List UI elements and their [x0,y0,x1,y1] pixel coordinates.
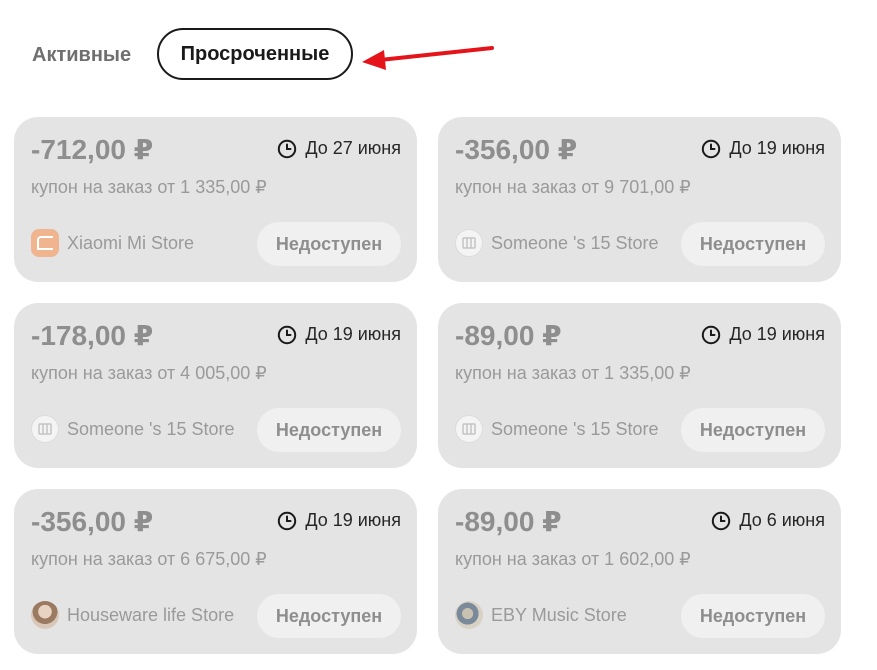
store-info: Someone 's 15 Store [455,415,659,443]
store-info: Houseware life Store [31,601,234,629]
unavailable-button[interactable]: Недоступен [257,594,401,638]
store-name: Someone 's 15 Store [491,232,659,253]
unavailable-button[interactable]: Недоступен [257,408,401,452]
xiaomi-logo-icon [31,229,59,257]
coupon-card: -356,00 ₽ До 19 июня купон на заказ от 9… [438,117,841,282]
deadline-text: До 19 июня [729,324,825,344]
coupon-amount: -89,00 ₽ [455,320,562,351]
store-info: EBY Music Store [455,601,627,629]
deadline-text: До 19 июня [305,510,401,530]
store-icon [455,415,483,443]
red-arrow-annotation-icon [362,46,494,70]
store-name: Houseware life Store [67,604,235,625]
clock-icon [278,325,297,344]
coupon-amount: -356,00 ₽ [31,506,154,537]
store-avatar-photo-icon [455,601,483,629]
coupon-card: -178,00 ₽ До 19 июня купон на заказ от 4… [14,303,417,468]
unavailable-button[interactable]: Недоступен [681,222,825,266]
unavailable-button[interactable]: Недоступен [681,408,825,452]
coupon-deadline: До 6 июня [711,510,825,531]
store-name: Someone 's 15 Store [67,418,235,439]
store-name: Someone 's 15 Store [491,418,659,439]
clock-icon [278,139,297,158]
coupon-condition: купон на заказ от 9 701,00 ₽ [455,177,691,197]
clock-icon [702,325,721,344]
coupon-card: -712,00 ₽ До 27 июня купон на заказ от 1… [14,117,417,282]
store-info: Someone 's 15 Store [31,415,235,443]
store-name: EBY Music Store [491,604,627,625]
store-info: Xiaomi Mi Store [31,229,194,257]
deadline-text: До 6 июня [739,510,825,530]
unavailable-button[interactable]: Недоступен [257,222,401,266]
coupon-condition: купон на заказ от 1 602,00 ₽ [455,549,691,569]
coupon-deadline: До 27 июня [277,138,401,159]
coupon-card: -89,00 ₽ До 6 июня купон на заказ от 1 6… [438,489,841,654]
coupon-deadline: До 19 июня [277,510,401,531]
unavailable-button[interactable]: Недоступен [681,594,825,638]
coupon-deadline: До 19 июня [701,138,825,159]
store-info: Someone 's 15 Store [455,229,659,257]
coupon-condition: купон на заказ от 6 675,00 ₽ [31,549,267,569]
tab-active-coupons[interactable]: Активные [32,44,131,67]
clock-icon [278,511,297,530]
coupon-condition: купон на заказ от 1 335,00 ₽ [455,363,691,383]
store-name: Xiaomi Mi Store [67,232,195,253]
deadline-text: До 19 июня [729,138,825,158]
coupon-deadline: До 19 июня [701,324,825,345]
coupon-card: -356,00 ₽ До 19 июня купон на заказ от 6… [14,489,417,654]
store-avatar-photo-icon [31,601,59,629]
coupon-condition: купон на заказ от 4 005,00 ₽ [31,363,267,383]
clock-icon [712,511,731,530]
coupon-deadline: До 19 июня [277,324,401,345]
tab-expired-coupons[interactable]: Просроченные [157,28,353,80]
clock-icon [702,139,721,158]
coupon-amount: -89,00 ₽ [455,506,562,537]
store-icon [455,229,483,257]
store-icon [31,415,59,443]
coupon-card: -89,00 ₽ До 19 июня купон на заказ от 1 … [438,303,841,468]
deadline-text: До 19 июня [305,324,401,344]
coupon-amount: -356,00 ₽ [455,134,578,165]
deadline-text: До 27 июня [305,138,401,158]
coupon-amount: -712,00 ₽ [31,134,154,165]
coupon-condition: купон на заказ от 1 335,00 ₽ [31,177,267,197]
coupon-amount: -178,00 ₽ [31,320,154,351]
